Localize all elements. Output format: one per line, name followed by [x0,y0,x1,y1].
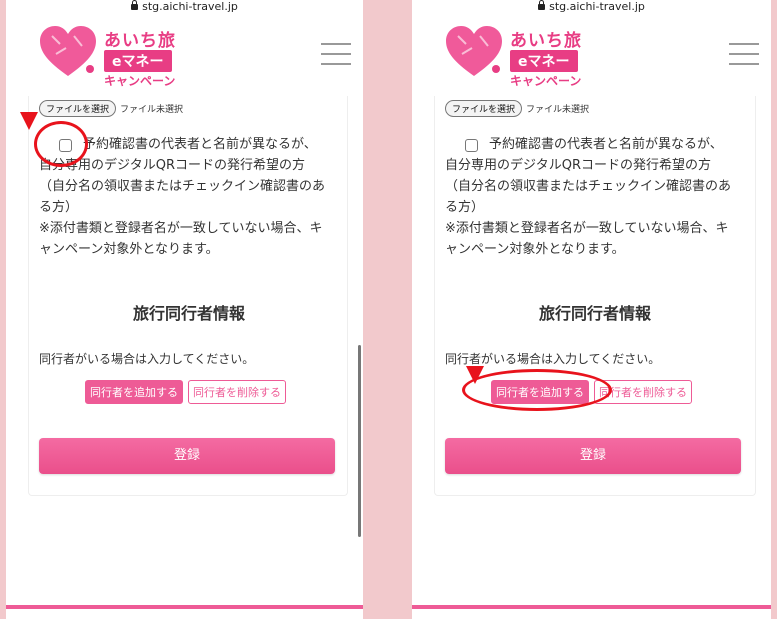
submit-button[interactable]: 登録 [39,438,335,474]
notice-subtext: （自分名の領収書またはチェックイン確認書のある方） [445,179,732,215]
name-mismatch-notice: 予約確認書の代表者と名前が異なるが、自分専用のデジタルQRコードの発行希望の方 … [445,134,735,260]
campaign-logo[interactable]: あいち旅 eマネー キャンペーン [438,18,588,92]
companion-section-title: 旅行同行者情報 [132,304,245,323]
submit-button[interactable]: 登録 [445,438,741,474]
add-companion-button[interactable]: 同行者を追加する [85,380,183,404]
registration-form: ファイルを選択 ファイル未選択 予約確認書の代表者と名前が異なるが、自分専用のデジ… [434,96,756,496]
companion-buttons: 同行者を追加する 同行者を削除する [85,380,286,404]
bottom-bar [412,605,771,609]
logo-emoney: eマネー [104,50,172,72]
notice-warning: ※添付書類と登録者名が一致していない場合、キャンペーン対象外となります。 [39,221,323,257]
hamburger-menu-icon[interactable] [321,43,351,65]
annotation-circle-checkbox [34,121,88,167]
notice-subtext: （自分名の領収書またはチェックイン確認書のある方） [39,179,326,215]
screenshot-right: stg.aichi-travel.jp あいち旅 eマネー キャンペーン ファイ… [412,0,771,619]
hamburger-menu-icon[interactable] [729,43,759,65]
bottom-bar [6,605,363,609]
url-bar[interactable]: stg.aichi-travel.jp [412,0,771,16]
file-input[interactable]: ファイルを選択 ファイル未選択 [39,100,183,117]
annotation-arrow [20,112,38,130]
url-text: stg.aichi-travel.jp [549,0,645,13]
file-status: ファイル未選択 [120,105,184,115]
logo-campaign: キャンペーン [104,74,176,88]
screenshot-left: stg.aichi-travel.jp あいち旅 eマネー キャンペーン ファイ… [6,0,363,619]
lock-icon [131,0,139,10]
logo-emoney: eマネー [510,50,578,72]
file-input[interactable]: ファイルを選択 ファイル未選択 [445,100,589,117]
scrollbar[interactable] [358,345,361,537]
url-text: stg.aichi-travel.jp [142,0,238,13]
companion-section-title: 旅行同行者情報 [538,304,651,323]
choose-file-button[interactable]: ファイルを選択 [445,100,523,117]
heart-logo-icon [446,26,502,76]
logo-campaign: キャンペーン [510,74,582,88]
annotation-circle-add-button [462,369,612,411]
heart-logo-icon [40,26,96,76]
delete-companion-button[interactable]: 同行者を削除する [188,380,286,404]
url-bar[interactable]: stg.aichi-travel.jp [6,0,363,16]
checkbox-label: 予約確認書の代表者と名前が異なるが、自分専用のデジタルQRコードの発行希望の方 [445,137,723,173]
choose-file-button[interactable]: ファイルを選択 [39,100,117,117]
logo-title: あいち旅 [104,31,176,51]
campaign-logo[interactable]: あいち旅 eマネー キャンペーン [32,18,182,92]
file-status: ファイル未選択 [526,105,590,115]
lock-icon [538,0,546,10]
companion-info: 同行者がいる場合は入力してください。 [39,352,255,366]
logo-title: あいち旅 [510,31,582,51]
notice-warning: ※添付書類と登録者名が一致していない場合、キャンペーン対象外となります。 [445,221,729,257]
companion-info: 同行者がいる場合は入力してください。 [445,352,661,366]
